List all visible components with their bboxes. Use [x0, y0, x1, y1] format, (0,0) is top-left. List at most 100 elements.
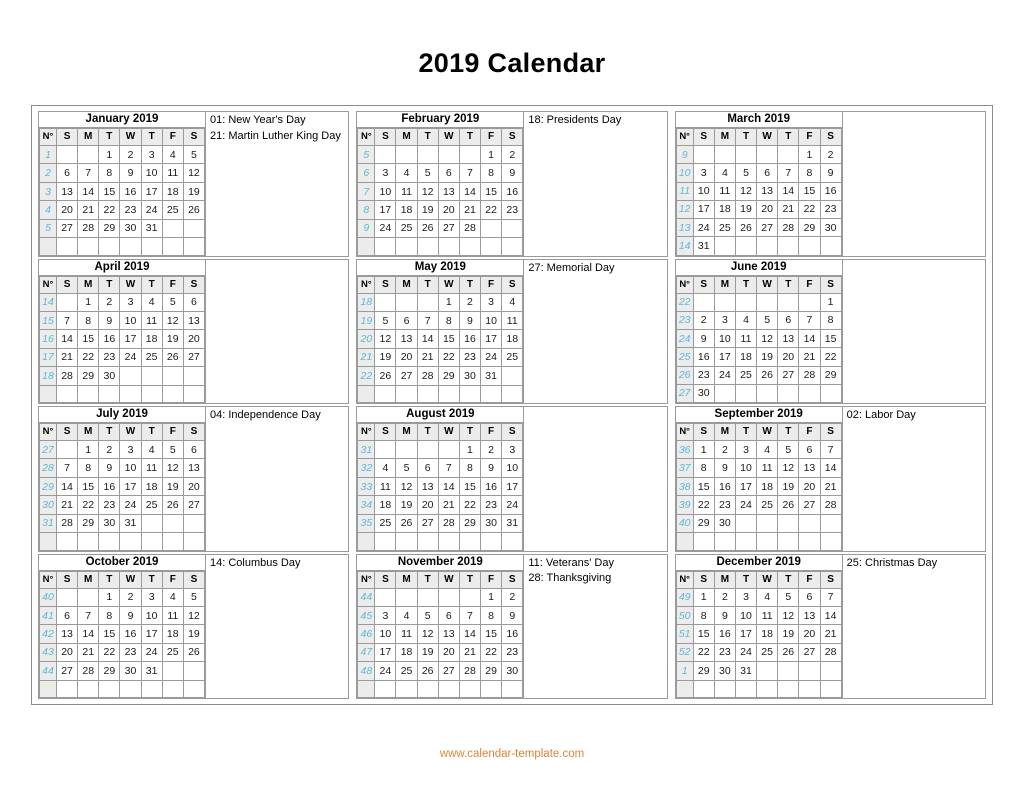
- day-cell[interactable]: 3: [119, 292, 142, 312]
- day-cell[interactable]: 17: [692, 199, 715, 220]
- day-cell[interactable]: 19: [416, 200, 439, 220]
- day-cell[interactable]: 28: [777, 217, 800, 238]
- day-cell[interactable]: 22: [98, 200, 121, 220]
- day-cell[interactable]: 29: [458, 513, 482, 534]
- day-cell[interactable]: 27: [437, 661, 460, 681]
- day-cell[interactable]: 24: [480, 347, 503, 368]
- day-cell[interactable]: 25: [140, 495, 163, 515]
- day-cell[interactable]: 19: [777, 624, 800, 644]
- day-cell[interactable]: 23: [98, 347, 121, 368]
- day-cell[interactable]: 18: [713, 199, 736, 220]
- day-cell[interactable]: 9: [713, 458, 736, 478]
- day-cell[interactable]: 2: [501, 587, 524, 607]
- day-cell[interactable]: 31: [140, 218, 163, 239]
- day-cell[interactable]: 8: [98, 605, 121, 626]
- day-cell[interactable]: 6: [798, 439, 821, 460]
- day-cell[interactable]: 7: [77, 163, 100, 183]
- day-cell[interactable]: 17: [374, 200, 397, 220]
- day-cell[interactable]: 31: [501, 513, 524, 534]
- day-cell[interactable]: 19: [416, 642, 439, 663]
- day-cell[interactable]: 1: [77, 292, 100, 312]
- day-cell[interactable]: 22: [480, 642, 503, 663]
- day-cell[interactable]: 13: [437, 181, 460, 202]
- day-cell[interactable]: 23: [98, 495, 121, 515]
- day-cell[interactable]: 14: [55, 476, 79, 497]
- day-cell[interactable]: 25: [395, 218, 418, 239]
- day-cell[interactable]: 15: [819, 328, 842, 349]
- day-cell[interactable]: 1: [692, 587, 715, 607]
- day-cell[interactable]: 19: [161, 329, 184, 349]
- day-cell[interactable]: 16: [98, 476, 121, 497]
- day-cell[interactable]: 18: [140, 329, 163, 349]
- day-cell[interactable]: 29: [98, 661, 121, 681]
- day-cell[interactable]: 4: [734, 310, 758, 331]
- day-cell[interactable]: 15: [437, 329, 460, 349]
- day-cell[interactable]: 14: [55, 329, 79, 349]
- day-cell[interactable]: 26: [161, 347, 184, 368]
- day-cell[interactable]: 1: [819, 292, 842, 312]
- day-cell[interactable]: 21: [416, 347, 439, 368]
- day-cell[interactable]: 30: [98, 366, 121, 386]
- day-cell[interactable]: 13: [416, 476, 439, 497]
- day-cell[interactable]: 6: [777, 310, 800, 331]
- day-cell[interactable]: 6: [55, 163, 79, 183]
- day-cell[interactable]: 12: [182, 605, 206, 626]
- day-cell[interactable]: 18: [756, 476, 779, 497]
- day-cell[interactable]: 6: [437, 163, 460, 183]
- day-cell[interactable]: 29: [437, 366, 460, 386]
- day-cell[interactable]: 20: [182, 329, 206, 349]
- day-cell[interactable]: 3: [480, 292, 503, 312]
- day-cell[interactable]: 25: [161, 200, 184, 220]
- day-cell[interactable]: 24: [692, 217, 715, 238]
- day-cell[interactable]: 13: [55, 624, 79, 644]
- day-cell[interactable]: 14: [777, 181, 800, 201]
- day-cell[interactable]: 23: [119, 200, 142, 220]
- day-cell[interactable]: 30: [480, 513, 503, 534]
- day-cell[interactable]: 19: [734, 199, 758, 220]
- day-cell[interactable]: 10: [713, 328, 736, 349]
- day-cell[interactable]: 25: [756, 495, 779, 515]
- day-cell[interactable]: 27: [55, 661, 79, 681]
- day-cell[interactable]: 31: [692, 236, 715, 256]
- day-cell[interactable]: 24: [501, 495, 524, 515]
- day-cell[interactable]: 26: [395, 513, 418, 534]
- day-cell[interactable]: 20: [416, 495, 439, 515]
- day-cell[interactable]: 6: [55, 605, 79, 626]
- day-cell[interactable]: 16: [501, 181, 524, 202]
- day-cell[interactable]: 13: [395, 329, 418, 349]
- day-cell-holiday[interactable]: 21: [77, 200, 100, 220]
- day-cell[interactable]: 6: [416, 458, 439, 478]
- day-cell[interactable]: 5: [777, 439, 800, 460]
- day-cell[interactable]: 6: [437, 605, 460, 626]
- day-cell[interactable]: 7: [437, 458, 460, 478]
- day-cell[interactable]: 5: [777, 587, 800, 607]
- day-cell[interactable]: 24: [140, 642, 163, 663]
- day-cell[interactable]: 15: [458, 476, 482, 497]
- day-cell[interactable]: 24: [734, 495, 758, 515]
- day-cell[interactable]: 20: [182, 476, 206, 497]
- day-cell[interactable]: 9: [692, 328, 715, 349]
- day-cell[interactable]: 10: [119, 310, 142, 331]
- day-cell[interactable]: 4: [161, 144, 184, 165]
- day-cell[interactable]: 9: [819, 163, 842, 183]
- day-cell[interactable]: 20: [798, 624, 821, 644]
- day-cell[interactable]: 19: [374, 347, 397, 368]
- day-cell[interactable]: 30: [119, 218, 142, 239]
- day-cell[interactable]: 28: [819, 642, 842, 663]
- day-cell[interactable]: 10: [692, 181, 715, 201]
- day-cell[interactable]: 15: [480, 181, 503, 202]
- day-cell[interactable]: 23: [713, 642, 736, 663]
- day-cell[interactable]: 23: [480, 495, 503, 515]
- day-cell[interactable]: 11: [501, 310, 524, 331]
- day-cell[interactable]: 4: [395, 163, 418, 183]
- day-cell[interactable]: 26: [182, 642, 206, 663]
- day-cell[interactable]: 15: [98, 181, 121, 202]
- footer-url[interactable]: www.calendar-template.com: [0, 748, 1024, 760]
- day-cell[interactable]: 30: [501, 661, 524, 681]
- day-cell[interactable]: 26: [416, 218, 439, 239]
- day-cell-holiday[interactable]: 18: [395, 200, 418, 220]
- day-cell[interactable]: 2: [119, 144, 142, 165]
- day-cell[interactable]: 3: [140, 587, 163, 607]
- day-cell[interactable]: 26: [161, 495, 184, 515]
- day-cell[interactable]: 11: [713, 181, 736, 201]
